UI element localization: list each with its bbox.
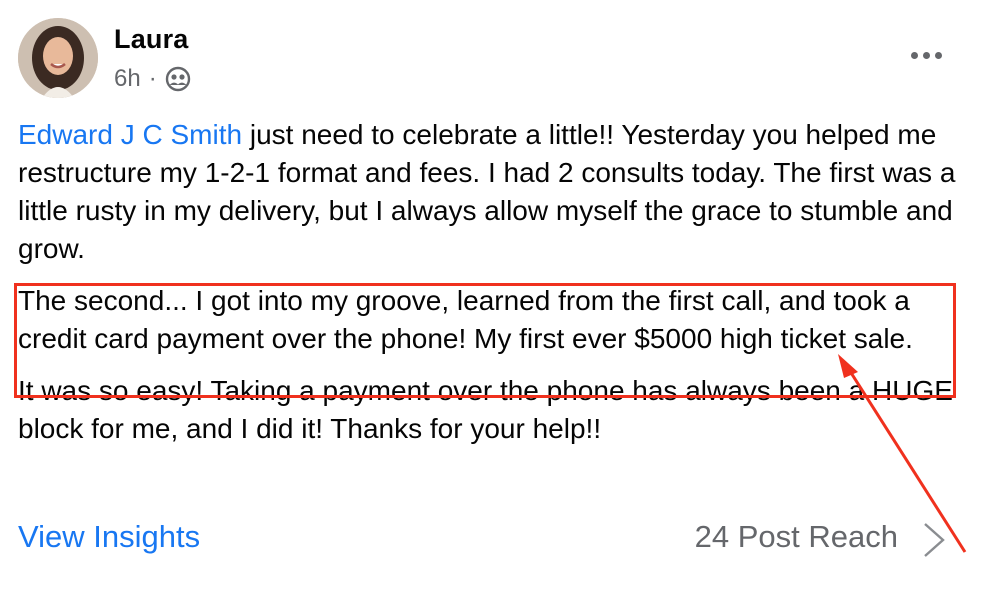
post-meta: 6h · xyxy=(114,65,191,93)
mention-link[interactable]: Edward J C Smith xyxy=(18,119,242,150)
highlight-annotation-box xyxy=(14,283,956,398)
post-time[interactable]: 6h xyxy=(114,65,141,93)
friends-icon[interactable] xyxy=(165,66,191,92)
more-options-icon[interactable] xyxy=(911,52,942,59)
view-insights-link[interactable]: View Insights xyxy=(18,519,200,555)
post-header: Laura 6h · xyxy=(18,18,968,104)
meta-separator: · xyxy=(148,65,157,92)
avatar-image xyxy=(18,18,98,98)
author-name[interactable]: Laura xyxy=(114,24,189,55)
post-footer: View Insights 24 Post Reach xyxy=(18,516,968,566)
avatar[interactable] xyxy=(18,18,98,98)
chevron-right-icon[interactable] xyxy=(922,522,946,558)
post-reach-label[interactable]: 24 Post Reach xyxy=(695,519,898,555)
paragraph-1: Edward J C Smith just need to celebrate … xyxy=(18,116,963,268)
